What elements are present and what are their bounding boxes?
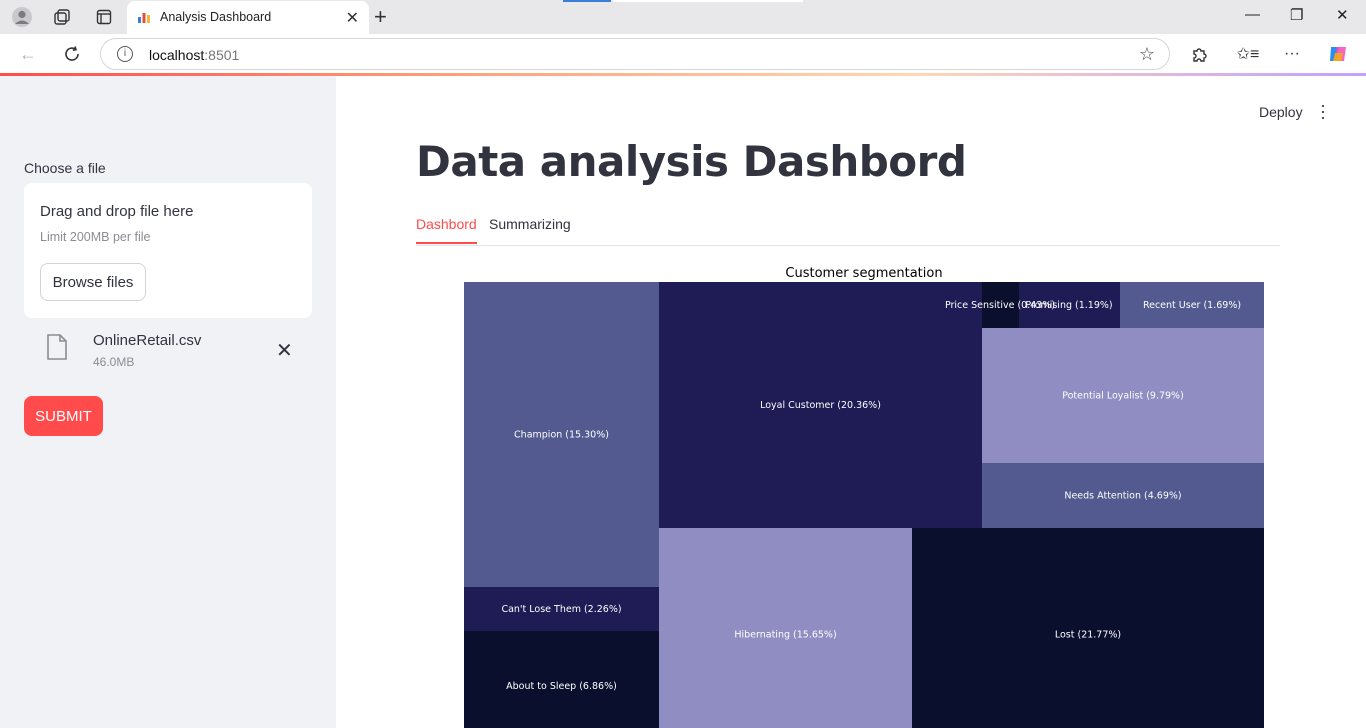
tab-strip-indicator-secondary	[613, 0, 803, 2]
file-icon	[47, 334, 67, 360]
treemap-label: About to Sleep (6.86%)	[506, 681, 617, 692]
uploaded-file: OnlineRetail.csv 46.0MB ✕	[24, 328, 312, 376]
more-options-icon[interactable]: ···	[1280, 42, 1304, 66]
back-icon[interactable]: ←	[16, 42, 40, 66]
file-dropzone[interactable]: Drag and drop file here Limit 200MB per …	[24, 183, 312, 318]
chart-title: Customer segmentation	[785, 266, 942, 281]
treemap-tile	[659, 528, 912, 728]
url-text: localhost:8501	[149, 47, 240, 63]
treemap-label: Lost (21.77%)	[1055, 630, 1121, 641]
tab-actions-icon[interactable]	[92, 5, 116, 29]
close-window-icon[interactable]: ✕	[1336, 6, 1349, 24]
treemap-tile	[464, 631, 659, 728]
chart-favicon-icon	[138, 13, 150, 23]
copilot-icon[interactable]	[1326, 42, 1350, 66]
new-tab-icon[interactable]: +	[374, 4, 387, 30]
restore-icon[interactable]: ❐	[1290, 6, 1303, 24]
browser-tab-bar: Analysis Dashboard ✕ + — ❐ ✕	[0, 0, 1366, 34]
tab-strip-indicator	[563, 0, 611, 2]
browser-address-bar: ← i localhost:8501 ☆ ✩≡ ···	[0, 34, 1366, 74]
treemap-label: Loyal Customer (20.36%)	[760, 400, 881, 411]
treemap-tile	[912, 528, 1264, 728]
browser-tab-active[interactable]: Analysis Dashboard ✕	[127, 1, 369, 34]
url-field[interactable]: i localhost:8501 ☆	[100, 38, 1170, 70]
reload-icon[interactable]	[60, 42, 84, 66]
remove-file-icon[interactable]: ✕	[276, 338, 293, 363]
close-tab-icon[interactable]: ✕	[346, 8, 359, 28]
submit-button[interactable]: SUBMIT	[24, 396, 103, 436]
minimize-icon[interactable]: —	[1245, 6, 1260, 23]
treemap-label: Champion (15.30%)	[514, 430, 609, 441]
browse-files-button[interactable]: Browse files	[40, 263, 146, 301]
page-title: Data analysis Dashbord	[416, 137, 967, 186]
file-size: 46.0MB	[93, 355, 135, 369]
treemap-label: Needs Attention (4.69%)	[1064, 491, 1181, 502]
treemap-label: Hibernating (15.65%)	[734, 630, 836, 641]
treemap-label: Recent User (1.69%)	[1143, 300, 1241, 311]
browser-tab-title: Analysis Dashboard	[160, 10, 272, 24]
customer-segmentation-chart: Customer segmentation Champion (15.30%) C…	[464, 266, 1264, 728]
extensions-icon[interactable]	[1188, 42, 1212, 66]
workspaces-icon[interactable]	[50, 5, 74, 29]
treemap-label: Can't Lose Them (2.26%)	[501, 604, 621, 615]
dropzone-title: Drag and drop file here	[40, 203, 194, 220]
profile-icon[interactable]	[10, 5, 34, 29]
dropzone-limit: Limit 200MB per file	[40, 230, 151, 244]
treemap-label: Promising (1.19%)	[1025, 300, 1112, 311]
tab-list: Dashbord Summarizing	[416, 216, 1280, 246]
deploy-button[interactable]: Deploy	[1259, 104, 1303, 120]
favorite-star-icon[interactable]: ☆	[1139, 44, 1155, 65]
favorites-icon[interactable]: ✩≡	[1236, 42, 1260, 66]
file-uploader-label: Choose a file	[24, 160, 106, 176]
sidebar: Choose a file Drag and drop file here Li…	[0, 76, 336, 728]
site-info-icon[interactable]: i	[117, 46, 133, 62]
file-name: OnlineRetail.csv	[93, 332, 202, 349]
treemap-label: Potential Loyalist (9.79%)	[1062, 391, 1184, 402]
tab-dashbord[interactable]: Dashbord	[416, 216, 477, 244]
tab-summarizing[interactable]: Summarizing	[489, 216, 571, 242]
main-menu-icon[interactable]: · · ·	[1320, 96, 1326, 126]
